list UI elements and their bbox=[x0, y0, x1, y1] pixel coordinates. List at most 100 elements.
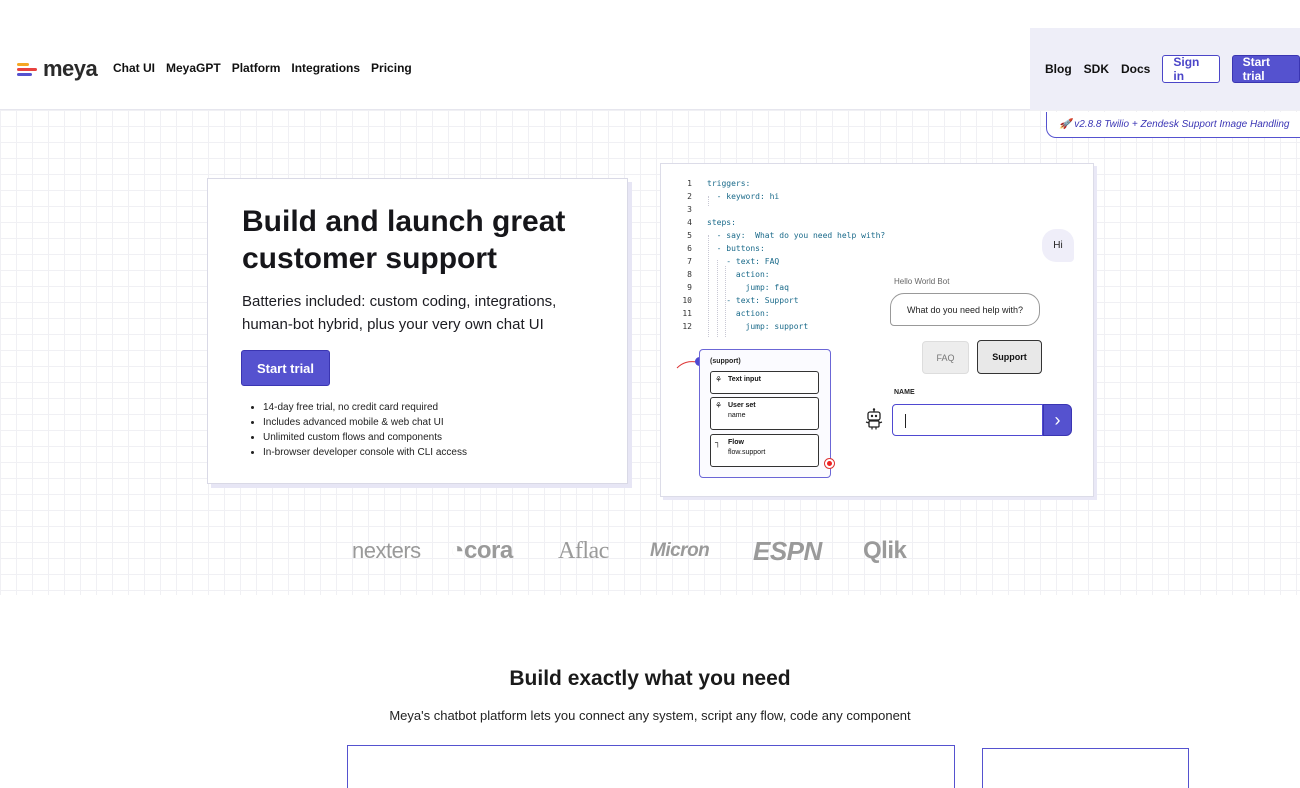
chevron-right-icon: › bbox=[1054, 409, 1061, 430]
quick-reply-support[interactable]: Support bbox=[977, 340, 1042, 374]
code-text: action: bbox=[707, 270, 770, 279]
flow-diagram: (support) ⚘ Text input ⚘ User set name ┐… bbox=[699, 349, 831, 478]
code-line: 4 steps: bbox=[676, 216, 885, 229]
code-text: jump: faq bbox=[707, 283, 789, 292]
flow-step-title: Flow bbox=[728, 439, 744, 446]
hero-subtitle: Batteries included: custom coding, integ… bbox=[242, 293, 557, 333]
code-line: 10 - text: Support bbox=[676, 294, 885, 307]
code-text: triggers: bbox=[707, 179, 751, 188]
line-number: 9 bbox=[687, 283, 692, 292]
flow-icon: ┐ bbox=[715, 438, 721, 447]
line-number: 7 bbox=[687, 257, 692, 266]
bot-message-bubble: What do you need help with? bbox=[890, 293, 1040, 326]
line-number: 1 bbox=[687, 179, 692, 188]
components-icon: ⚘ bbox=[715, 375, 723, 384]
code-editor: 1 triggers: 2 - keyword: hi 3 4 steps: 5 - say… bbox=[676, 177, 885, 333]
line-number: 5 bbox=[687, 231, 692, 240]
flow-step-sub: flow.support bbox=[728, 449, 766, 456]
code-line: 1 triggers: bbox=[676, 177, 885, 190]
nav-blog[interactable]: Blog bbox=[1045, 62, 1072, 76]
line-number: 11 bbox=[682, 309, 692, 318]
list-item: Includes advanced mobile & web chat UI bbox=[263, 415, 467, 430]
name-field-label: NAME bbox=[894, 389, 915, 396]
version-announcement-link[interactable]: 🚀 v2.8.8 Twilio + Zendesk Support Image … bbox=[1046, 112, 1300, 138]
logo-text: meya bbox=[43, 56, 98, 81]
customer-logo-qlik: Qlik bbox=[863, 537, 907, 564]
line-number: 3 bbox=[687, 205, 692, 214]
line-number: 8 bbox=[687, 270, 692, 279]
user-message-bubble: Hi bbox=[1042, 229, 1074, 262]
customer-logo-nexters: nexters bbox=[352, 538, 421, 563]
code-line: 5 - say: What do you need help with? bbox=[676, 229, 885, 242]
nav-sdk[interactable]: SDK bbox=[1084, 62, 1109, 76]
sign-in-button[interactable]: Sign in bbox=[1162, 55, 1220, 83]
code-text: action: bbox=[707, 309, 770, 318]
product-demo-card: 1 triggers: 2 - keyword: hi 3 4 steps: 5 - say… bbox=[660, 163, 1094, 497]
flow-step-text-input[interactable]: ⚘ Text input bbox=[710, 371, 819, 394]
flow-step-title: User set bbox=[728, 402, 756, 409]
hero-card: Build and launch great customer support … bbox=[207, 178, 628, 484]
list-item: In-browser developer console with CLI ac… bbox=[263, 445, 467, 460]
quick-reply-faq[interactable]: FAQ bbox=[922, 341, 969, 374]
customer-logo-espn: ESPN bbox=[753, 536, 822, 566]
line-number: 4 bbox=[687, 218, 692, 227]
customer-logo-cora: ◔cora bbox=[450, 536, 513, 566]
code-text: - keyword: hi bbox=[707, 192, 780, 201]
flow-step-flow[interactable]: ┐ Flow flow.support bbox=[710, 434, 819, 467]
text-caret bbox=[905, 414, 906, 428]
hero-title: Build and launch great customer support bbox=[242, 205, 566, 275]
send-button[interactable]: › bbox=[1043, 404, 1072, 436]
code-text: jump: support bbox=[707, 322, 809, 331]
section-title: Build exactly what you need bbox=[509, 667, 791, 690]
nav-meyagpt[interactable]: MeyaGPT bbox=[166, 61, 221, 75]
code-line: 7 - text: FAQ bbox=[676, 255, 885, 268]
section-subtitle: Meya's chatbot platform lets you connect… bbox=[389, 708, 911, 723]
feature-panel-side bbox=[982, 748, 1189, 788]
line-number: 2 bbox=[687, 192, 692, 201]
hero-start-trial-button[interactable]: Start trial bbox=[241, 350, 330, 386]
hero-background bbox=[0, 110, 1300, 595]
nav-integrations[interactable]: Integrations bbox=[291, 61, 360, 75]
meya-logo[interactable]: meya bbox=[17, 56, 98, 81]
nav-platform[interactable]: Platform bbox=[232, 61, 281, 75]
header-start-trial-button[interactable]: Start trial bbox=[1231, 55, 1300, 83]
code-text: - text: FAQ bbox=[707, 257, 780, 266]
components-icon: ⚘ bbox=[715, 401, 723, 410]
code-line: 12 jump: support bbox=[676, 320, 885, 333]
page: meya Chat UI MeyaGPT Platform Integratio… bbox=[0, 0, 1300, 788]
code-line: 6 - buttons: bbox=[676, 242, 885, 255]
robot-avatar-icon bbox=[865, 408, 883, 430]
bot-name: Hello World Bot bbox=[894, 277, 950, 286]
site-header: meya Chat UI MeyaGPT Platform Integratio… bbox=[0, 0, 1300, 110]
list-item: 14-day free trial, no credit card requir… bbox=[263, 400, 467, 415]
primary-nav: Chat UI MeyaGPT Platform Integrations Pr… bbox=[113, 61, 412, 75]
logo-mark-icon bbox=[17, 60, 38, 78]
customer-logos: nexters ◔cora Aflac Micron ESPN Qlik bbox=[352, 536, 952, 566]
name-input[interactable] bbox=[892, 404, 1043, 436]
flow-step-title: Text input bbox=[728, 376, 761, 383]
line-number: 6 bbox=[687, 244, 692, 253]
line-number: 12 bbox=[682, 322, 692, 331]
line-number: 10 bbox=[682, 296, 692, 305]
nav-chat-ui[interactable]: Chat UI bbox=[113, 61, 155, 75]
feature-panel-main bbox=[347, 745, 955, 788]
hero-feature-list: 14-day free trial, no credit card requir… bbox=[263, 400, 467, 460]
code-line: 11 action: bbox=[676, 307, 885, 320]
nav-pricing[interactable]: Pricing bbox=[371, 61, 412, 75]
customer-logo-micron: Micron bbox=[650, 540, 710, 561]
customer-logo-cora-text: cora bbox=[464, 537, 513, 564]
flow-step-user-set[interactable]: ⚘ User set name bbox=[710, 397, 819, 430]
code-text: - text: Support bbox=[707, 296, 799, 305]
code-text: steps: bbox=[707, 218, 736, 227]
code-line: 9 jump: faq bbox=[676, 281, 885, 294]
cora-mark-icon: ◔ bbox=[450, 537, 465, 564]
flow-output-port[interactable] bbox=[824, 458, 835, 469]
code-line: 2 - keyword: hi bbox=[676, 190, 885, 203]
customer-logo-aflac: Aflac bbox=[558, 538, 609, 564]
flow-step-sub: name bbox=[728, 412, 746, 419]
secondary-nav: Blog SDK Docs Sign in Start trial bbox=[1045, 55, 1300, 83]
flow-label: (support) bbox=[710, 358, 741, 365]
list-item: Unlimited custom flows and components bbox=[263, 430, 467, 445]
code-line: 8 action: bbox=[676, 268, 885, 281]
nav-docs[interactable]: Docs bbox=[1121, 62, 1150, 76]
